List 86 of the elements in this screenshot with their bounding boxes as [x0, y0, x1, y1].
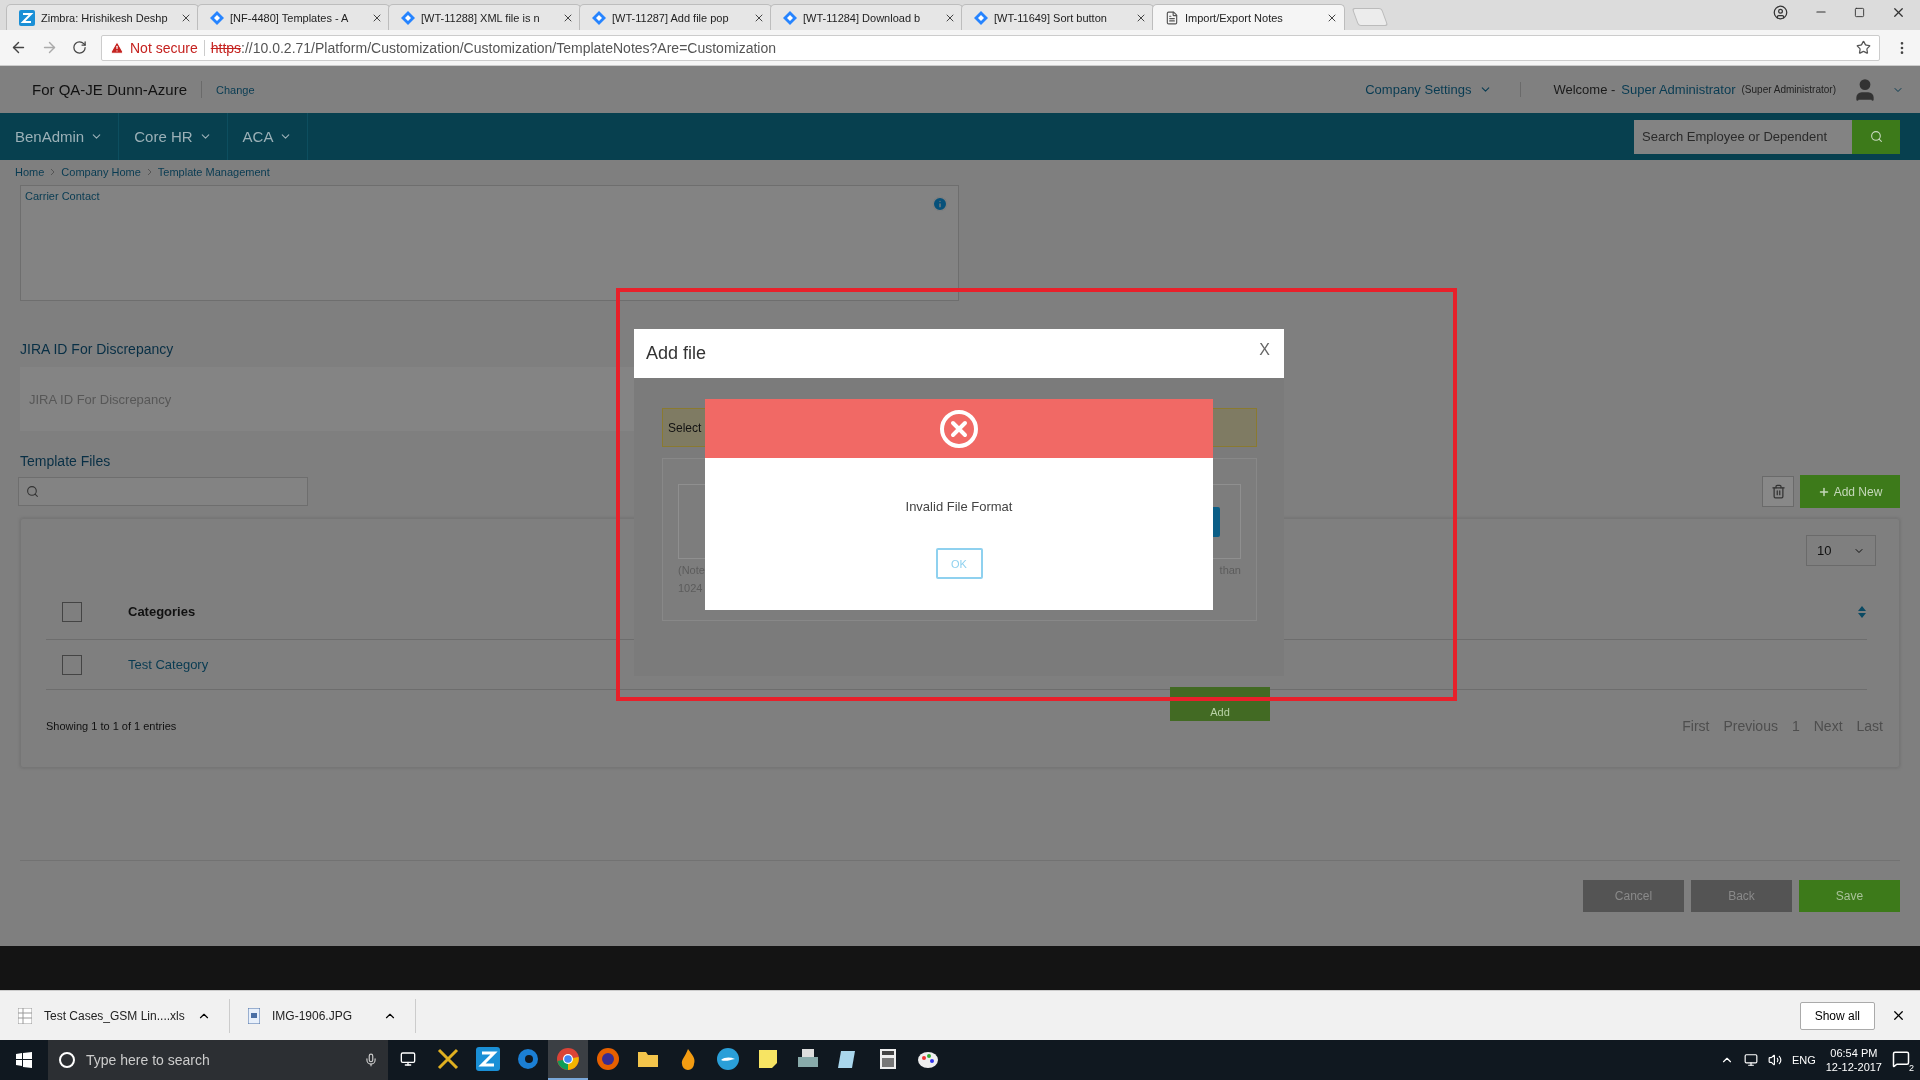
- nav-menu[interactable]: Core HR: [119, 113, 228, 160]
- security-label: Not secure: [130, 39, 198, 56]
- browser-tab[interactable]: [WT-11287] Add file pop: [579, 4, 772, 30]
- url-text: https://10.0.2.71/Platform/Customization/Customization/TemplateNotes?Are=Customization: [210, 39, 777, 56]
- change-link[interactable]: Change: [216, 83, 255, 96]
- browser-tab[interactable]: Import/Export Notes: [1152, 4, 1345, 30]
- app-icon: [19, 9, 35, 26]
- task-view-icon: [400, 1051, 416, 1067]
- diamond-icon: [401, 10, 415, 25]
- firefox-icon: [596, 1047, 620, 1071]
- company-name: For QA-JE Dunn-Azure: [32, 81, 203, 98]
- microphone-icon: [364, 1053, 378, 1067]
- taskbar-search-field[interactable]: Type here to search: [48, 1040, 388, 1080]
- company-settings-menu[interactable]: Company Settings: [1365, 82, 1522, 97]
- nav-menu[interactable]: BenAdmin: [0, 113, 120, 160]
- delete-button[interactable]: [1762, 476, 1794, 507]
- browser-tab[interactable]: [WT-11288] XML file is n: [388, 4, 581, 30]
- diamond-icon: [783, 10, 797, 25]
- bird-icon: [716, 1047, 740, 1071]
- nav-menu[interactable]: ACA: [227, 113, 309, 160]
- column-header[interactable]: Categories: [128, 604, 1811, 619]
- language-indicator[interactable]: ENG: [1791, 1054, 1816, 1066]
- notification-count: 2: [1909, 1063, 1914, 1073]
- account-icon[interactable]: [1773, 4, 1788, 20]
- sticky-note-icon: [756, 1047, 780, 1071]
- search-button[interactable]: [1852, 119, 1900, 154]
- app-icon: [476, 1047, 500, 1071]
- error-icon: [939, 408, 979, 449]
- diamond-icon: [210, 10, 224, 25]
- chevron-icon: [50, 168, 56, 176]
- back-icon[interactable]: [10, 39, 27, 56]
- browser-tab[interactable]: [WT-11284] Download b: [770, 4, 963, 30]
- search-icon: [1869, 130, 1883, 143]
- select-all-checkbox[interactable]: [62, 601, 82, 622]
- browser-tab[interactable]: [WT-11649] Sort button: [961, 4, 1154, 30]
- address-bar[interactable]: Not secure https://10.0.2.71/Platform/Customization/Customization/TemplateNotes?Are=Customization: [101, 34, 1880, 61]
- section-label: Template Files: [20, 453, 111, 469]
- network-icon[interactable]: [1743, 1053, 1758, 1067]
- breadcrumb-link[interactable]: Template Management: [157, 166, 270, 178]
- download-item[interactable]: Test Cases_GSM Lin....xls: [0, 998, 230, 1033]
- chevron-icon: [146, 168, 152, 176]
- diamond-icon: [592, 10, 606, 25]
- volume-icon[interactable]: [1767, 1053, 1782, 1067]
- page-icon: [1165, 10, 1179, 25]
- category-link[interactable]: Test Category: [128, 657, 209, 672]
- entries-summary: Showing 1 to 1 of 1 entries: [46, 720, 177, 732]
- trash-icon: [1770, 484, 1786, 499]
- add-new-button[interactable]: Add New: [1800, 475, 1900, 508]
- bookmark-icon[interactable]: [1856, 40, 1871, 55]
- image-file-icon: [248, 1007, 260, 1024]
- taskbar-app[interactable]: [548, 1040, 588, 1080]
- browser-tab[interactable]: [NF-4480] Templates - A: [197, 4, 390, 30]
- user-link[interactable]: Super Administrator: [1621, 82, 1736, 97]
- carrier-contact-field[interactable]: Carrier Contact: [20, 185, 959, 301]
- field-label: JIRA ID For Discrepancy: [20, 341, 174, 357]
- dialog-title: Add file: [646, 343, 707, 364]
- search-icon: [26, 485, 39, 498]
- warning-icon: [110, 40, 124, 55]
- row-checkbox[interactable]: [62, 654, 82, 675]
- user-role: (Super Administrator): [1741, 84, 1836, 95]
- browser-icon: [516, 1047, 540, 1071]
- breadcrumb-link[interactable]: Company Home: [61, 166, 141, 178]
- windows-icon[interactable]: [16, 1052, 32, 1068]
- clock[interactable]: 06:54 PM 12-12-2017: [1825, 1046, 1882, 1074]
- close-button[interactable]: X: [1259, 340, 1270, 359]
- notification-icon: [1892, 1050, 1910, 1068]
- page-size-select[interactable]: 10: [1806, 535, 1876, 566]
- sort-icon[interactable]: [1857, 604, 1867, 619]
- download-item[interactable]: IMG-1906.JPG: [230, 998, 416, 1033]
- plus-icon: [1817, 485, 1830, 498]
- restore-icon[interactable]: [1854, 6, 1865, 18]
- reload-icon[interactable]: [72, 40, 87, 55]
- employee-search-field[interactable]: Search Employee or Dependent: [1634, 119, 1852, 154]
- chrome-icon: [556, 1047, 580, 1071]
- breadcrumb-link[interactable]: Home: [15, 166, 45, 178]
- alert-message: Invalid File Format: [905, 499, 1013, 514]
- diamond-icon: [974, 10, 988, 25]
- cortana-icon: [58, 1051, 76, 1069]
- template-search-field[interactable]: [18, 477, 308, 506]
- action-button[interactable]: Save: [1799, 880, 1900, 912]
- tools-icon: [436, 1047, 460, 1071]
- welcome-text: Welcome -: [1553, 82, 1616, 97]
- show-all-button[interactable]: Show all: [1799, 1001, 1875, 1030]
- browser-tab[interactable]: Zimbra: Hrishikesh Deshp: [6, 4, 199, 30]
- close-icon[interactable]: [1891, 1008, 1906, 1023]
- spreadsheet-icon: [18, 1007, 32, 1024]
